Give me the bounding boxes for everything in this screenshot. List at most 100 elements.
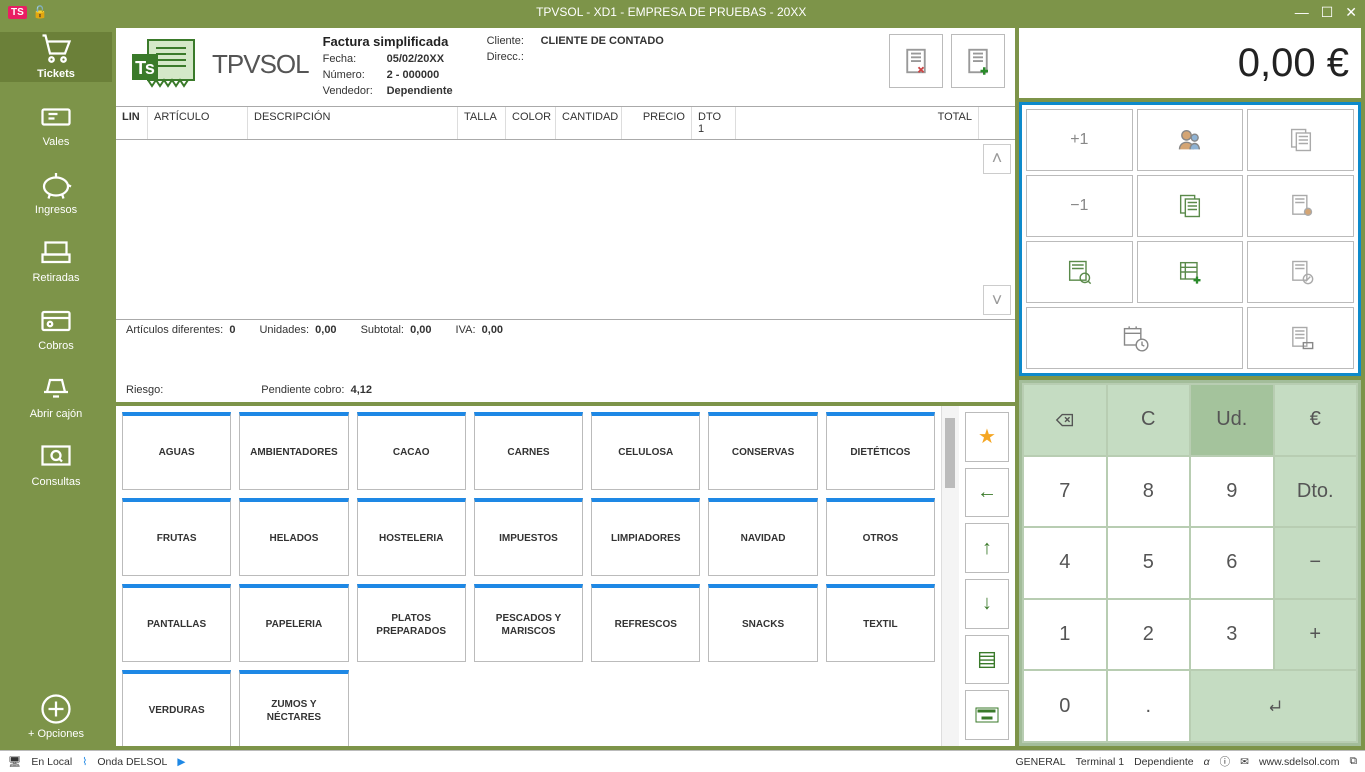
- grid-scroll-down[interactable]: ˅: [983, 285, 1011, 315]
- nav-up-button[interactable]: ↑: [965, 523, 1009, 573]
- key-unit[interactable]: Ud.: [1191, 385, 1273, 455]
- key-backspace[interactable]: [1024, 385, 1106, 455]
- col-total: TOTAL: [736, 107, 979, 139]
- key-enter[interactable]: [1191, 671, 1356, 741]
- new-invoice-button[interactable]: [951, 34, 1005, 88]
- right-panel: 0,00 € +1 −1: [1019, 28, 1361, 746]
- category-button[interactable]: LIMPIADORES: [591, 498, 700, 576]
- key-1[interactable]: 1: [1024, 600, 1106, 670]
- category-button[interactable]: OTROS: [826, 498, 935, 576]
- category-button[interactable]: VERDURAS: [122, 670, 231, 746]
- nav-back-button[interactable]: ←: [965, 468, 1009, 518]
- sidebar-item-tickets[interactable]: Tickets: [0, 32, 112, 82]
- external-icon[interactable]: ⧉: [1350, 755, 1358, 768]
- footer-riesgo-label: Riesgo:: [126, 384, 163, 396]
- key-3[interactable]: 3: [1191, 600, 1273, 670]
- category-button[interactable]: SNACKS: [708, 584, 817, 662]
- copy-document-button[interactable]: [1137, 175, 1244, 237]
- sidebar-item-retiradas[interactable]: Retiradas: [0, 236, 112, 286]
- category-button[interactable]: PESCADOS Y MARISCOS: [474, 584, 583, 662]
- favorites-button[interactable]: ★: [965, 412, 1009, 462]
- qty-plus-button[interactable]: +1: [1026, 109, 1133, 171]
- receipt-customer-button[interactable]: [1247, 175, 1354, 237]
- category-button[interactable]: CONSERVAS: [708, 412, 817, 490]
- add-line-button[interactable]: [1137, 241, 1244, 303]
- key-dto[interactable]: Dto.: [1275, 457, 1357, 527]
- cart-icon: [38, 34, 74, 64]
- category-button[interactable]: TEXTIL: [826, 584, 935, 662]
- sidebar: Tickets Vales Ingresos Retiradas: [0, 24, 112, 750]
- sidebar-item-ingresos[interactable]: Ingresos: [0, 168, 112, 218]
- list-view-button[interactable]: [965, 635, 1009, 685]
- category-button[interactable]: HELADOS: [239, 498, 348, 576]
- key-minus[interactable]: −: [1275, 528, 1357, 598]
- status-terminal: Terminal 1: [1076, 756, 1124, 768]
- key-euro[interactable]: €: [1275, 385, 1357, 455]
- invoice-client: CLIENTE DE CONTADO: [541, 34, 664, 50]
- grid-scroll-up[interactable]: ˄: [983, 144, 1011, 174]
- footer-iva: 0,00: [482, 324, 503, 336]
- info-icon[interactable]: ⓘ: [1220, 754, 1231, 769]
- app-badge: TS: [8, 6, 27, 19]
- play-icon[interactable]: ▶: [177, 756, 185, 768]
- sidebar-item-consultas[interactable]: Consultas: [0, 440, 112, 490]
- category-button[interactable]: CARNES: [474, 412, 583, 490]
- category-button[interactable]: AMBIENTADORES: [239, 412, 348, 490]
- sidebar-item-opciones[interactable]: + Opciones: [0, 692, 112, 742]
- key-7[interactable]: 7: [1024, 457, 1106, 527]
- sidebar-label: + Opciones: [28, 728, 84, 740]
- category-button[interactable]: NAVIDAD: [708, 498, 817, 576]
- category-scrollbar[interactable]: [941, 406, 959, 746]
- print-receipt-button[interactable]: [1247, 307, 1354, 369]
- key-6[interactable]: 6: [1191, 528, 1273, 598]
- category-button[interactable]: PAPELERIA: [239, 584, 348, 662]
- category-button[interactable]: REFRESCOS: [591, 584, 700, 662]
- sidebar-item-abrir-cajon[interactable]: Abrir cajón: [0, 372, 112, 422]
- piggy-icon: [38, 170, 74, 200]
- keyboard-button[interactable]: [965, 690, 1009, 740]
- category-button[interactable]: PLATOS PREPARADOS: [357, 584, 466, 662]
- key-5[interactable]: 5: [1108, 528, 1190, 598]
- key-0[interactable]: 0: [1024, 671, 1106, 741]
- close-button[interactable]: ✕: [1345, 4, 1357, 21]
- category-button[interactable]: AGUAS: [122, 412, 231, 490]
- key-dot[interactable]: .: [1108, 671, 1190, 741]
- category-button[interactable]: FRUTAS: [122, 498, 231, 576]
- category-button[interactable]: IMPUESTOS: [474, 498, 583, 576]
- key-plus[interactable]: +: [1275, 600, 1357, 670]
- mail-icon[interactable]: ✉: [1240, 756, 1249, 768]
- category-button[interactable]: DIETÉTICOS: [826, 412, 935, 490]
- qty-minus-button[interactable]: −1: [1026, 175, 1133, 237]
- key-4[interactable]: 4: [1024, 528, 1106, 598]
- delete-invoice-button[interactable]: [889, 34, 943, 88]
- customer-button[interactable]: [1137, 109, 1244, 171]
- sidebar-item-vales[interactable]: Vales: [0, 100, 112, 150]
- documents-button[interactable]: [1247, 109, 1354, 171]
- col-descripcion: DESCRIPCIÓN: [248, 107, 458, 139]
- nav-down-button[interactable]: ↓: [965, 579, 1009, 629]
- sidebar-label: Consultas: [32, 476, 81, 488]
- key-9[interactable]: 9: [1191, 457, 1273, 527]
- category-button[interactable]: ZUMOS Y NÉCTARES: [239, 670, 348, 746]
- minimize-button[interactable]: —: [1295, 4, 1309, 21]
- search-monitor-icon: [38, 442, 74, 472]
- quick-actions: +1 −1: [1019, 102, 1361, 376]
- status-url[interactable]: www.sdelsol.com: [1259, 756, 1340, 768]
- key-8[interactable]: 8: [1108, 457, 1190, 527]
- key-2[interactable]: 2: [1108, 600, 1190, 670]
- invoice-header: Ts TPVSOL Factura simplificada Fecha:05/…: [116, 28, 1015, 106]
- category-button[interactable]: CELULOSA: [591, 412, 700, 490]
- alpha-icon[interactable]: α: [1204, 756, 1210, 768]
- sidebar-item-cobros[interactable]: Cobros: [0, 304, 112, 354]
- grid-content[interactable]: [116, 140, 979, 319]
- maximize-button[interactable]: ☐: [1321, 4, 1334, 21]
- category-button[interactable]: PANTALLAS: [122, 584, 231, 662]
- schedule-button[interactable]: [1026, 307, 1243, 369]
- discount-receipt-button[interactable]: [1247, 241, 1354, 303]
- category-button[interactable]: HOSTELERIA: [357, 498, 466, 576]
- grid-body: ˄ ˅: [116, 140, 1015, 320]
- category-button[interactable]: CACAO: [357, 412, 466, 490]
- sidebar-label: Retiradas: [32, 272, 79, 284]
- key-clear[interactable]: C: [1108, 385, 1190, 455]
- search-document-button[interactable]: [1026, 241, 1133, 303]
